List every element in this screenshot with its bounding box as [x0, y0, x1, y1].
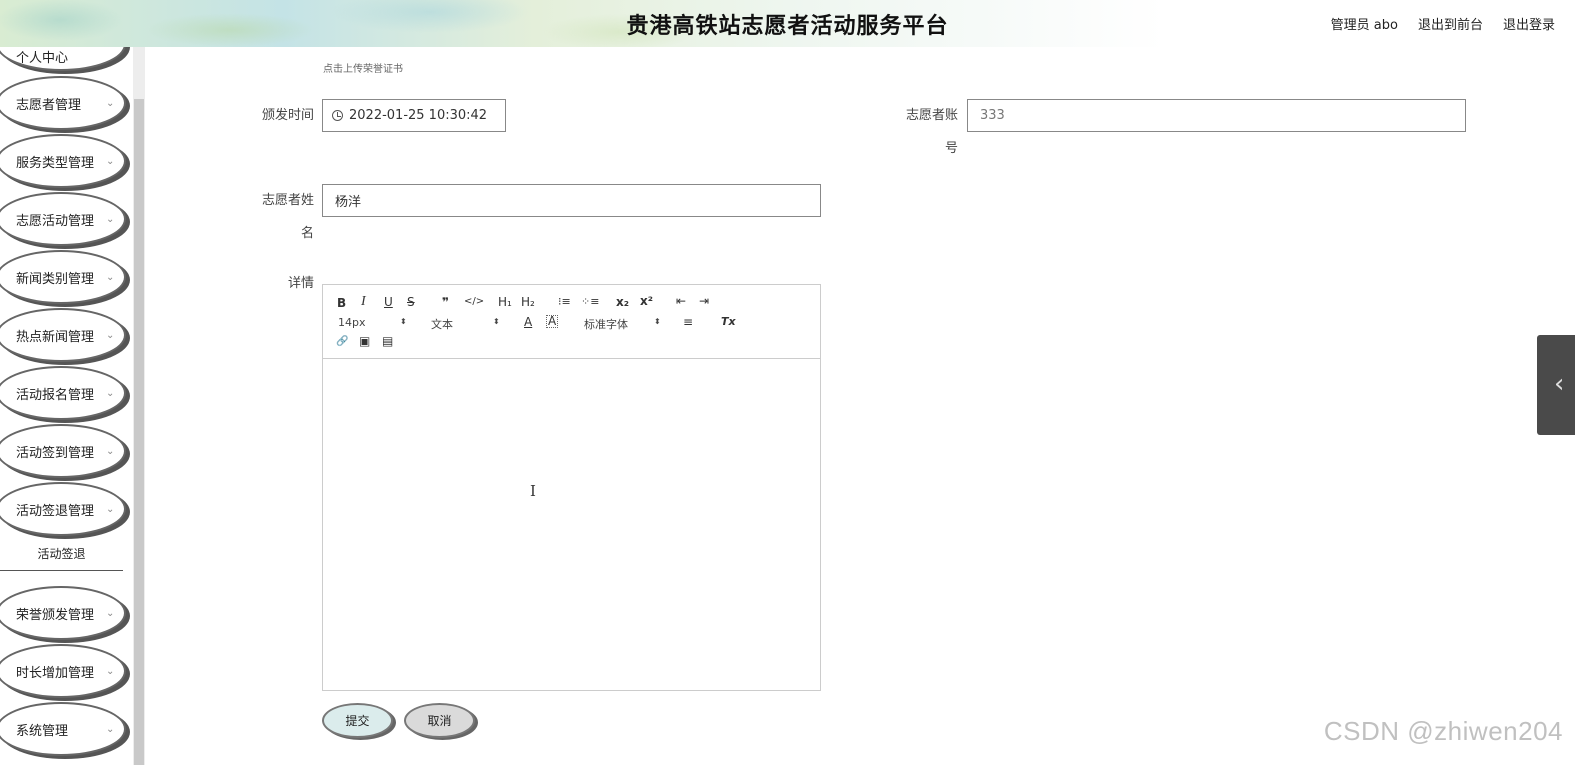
heading2-icon[interactable]: H₂ [521, 295, 535, 309]
chevron-down-icon: ⌄ [106, 445, 115, 457]
issue-time-picker[interactable]: 2022-01-25 10:30:42 [322, 99, 506, 132]
ordered-list-icon[interactable]: ⁝≡ [558, 295, 571, 309]
align-icon[interactable]: ≡ [683, 315, 693, 329]
sidebar-item-hours[interactable]: 时长增加管理 ⌄ [0, 644, 126, 698]
sidebar: 个人中心 志愿者管理 ⌄ 服务类型管理 ⌄ 志愿活动管理 ⌄ 新闻类别管理 ⌄ … [0, 47, 133, 765]
sidebar-item-sign-in[interactable]: 活动签到管理 ⌄ [0, 424, 126, 478]
chevron-down-icon: ⌄ [106, 387, 115, 399]
watermark: CSDN @zhiwen204 [1323, 716, 1563, 746]
link-icon[interactable]: 🔗 [336, 335, 348, 349]
chevron-down-icon: ⌄ [106, 155, 115, 167]
sidebar-item-label: 荣誉颁发管理 [16, 607, 95, 623]
font-family-value: 标准字体 [584, 318, 628, 331]
subscript-icon[interactable]: x₂ [616, 295, 629, 309]
italic-icon[interactable]: I [361, 295, 366, 309]
cancel-button[interactable]: 取消 [404, 703, 475, 738]
font-size-value: 14px [338, 316, 366, 329]
logout-link[interactable]: 退出登录 [1503, 14, 1555, 33]
sidebar-item-sign-out[interactable]: 活动签退管理 ⌄ [0, 482, 126, 536]
sidebar-item-label: 志愿者管理 [16, 97, 82, 113]
scrollbar-thumb[interactable] [134, 99, 144, 765]
text-cursor-icon: I [530, 482, 536, 500]
sidebar-item-volunteers[interactable]: 志愿者管理 ⌄ [0, 76, 126, 130]
chevron-down-icon: ⌄ [106, 503, 115, 515]
editor-toolbar: B I U S ❞ </> H₁ H₂ ⁝≡ ⁘≡ x₂ x² ⇤ ⇥ 14px… [323, 285, 820, 359]
top-links: 管理员 abo 退出到前台 退出登录 [1331, 14, 1555, 33]
heading1-icon[interactable]: H₁ [498, 295, 512, 309]
blockquote-icon[interactable]: ❞ [442, 295, 449, 309]
chevron-down-icon: ⌄ [106, 271, 115, 283]
submit-button[interactable]: 提交 [322, 703, 393, 738]
code-block-icon[interactable]: </> [464, 295, 484, 309]
top-header: 贵港高铁站志愿者活动服务平台 管理员 abo 退出到前台 退出登录 [0, 0, 1575, 47]
clock-icon [332, 110, 343, 121]
chevron-down-icon: ⌄ [106, 97, 115, 109]
clear-format-icon[interactable]: Tx [721, 315, 736, 329]
paragraph-select[interactable]: 文本 ⬍ [431, 316, 501, 332]
side-panel-toggle[interactable]: ‹ [1537, 335, 1575, 435]
video-icon[interactable]: ▤ [382, 334, 393, 348]
sidebar-item-hot-news[interactable]: 热点新闻管理 ⌄ [0, 308, 126, 362]
issue-time-value: 2022-01-25 10:30:42 [349, 108, 488, 123]
volunteer-account-label: 志愿者账号 [905, 108, 958, 156]
sidebar-item-news-categories[interactable]: 新闻类别管理 ⌄ [0, 250, 126, 304]
chevron-down-icon: ⌄ [106, 665, 115, 677]
chevron-down-icon: ⌄ [106, 329, 115, 341]
bold-icon[interactable]: B [337, 296, 346, 310]
sidebar-item-registrations[interactable]: 活动报名管理 ⌄ [0, 366, 126, 420]
sidebar-item-service-types[interactable]: 服务类型管理 ⌄ [0, 134, 126, 188]
sidebar-item-activities[interactable]: 志愿活动管理 ⌄ [0, 192, 126, 246]
sidebar-item-system[interactable]: 系统管理 ⌄ [0, 702, 126, 756]
sidebar-item-label: 系统管理 [16, 723, 69, 739]
details-label: 详情 [287, 276, 314, 291]
chevron-down-icon: ⌄ [106, 213, 115, 225]
issue-time-label: 颁发时间 [261, 108, 314, 123]
image-icon[interactable]: ▣ [359, 334, 370, 348]
sidebar-item-label: 个人中心 [16, 51, 69, 66]
current-user-label[interactable]: 管理员 abo [1331, 14, 1398, 33]
sidebar-scrollbar[interactable] [133, 47, 145, 765]
strikethrough-icon[interactable]: S [407, 295, 415, 309]
chevron-down-icon: ⌄ [106, 723, 115, 735]
sidebar-item-label: 志愿活动管理 [16, 213, 95, 229]
sidebar-item-label: 活动签退管理 [16, 503, 95, 519]
select-arrow-icon: ⬍ [654, 317, 661, 326]
sidebar-item-label: 服务类型管理 [16, 155, 95, 171]
sidebar-item-label: 新闻类别管理 [16, 271, 95, 287]
select-arrow-icon: ⬍ [400, 317, 407, 326]
outdent-icon[interactable]: ⇤ [676, 294, 686, 308]
volunteer-name-label: 志愿者姓名 [261, 193, 314, 241]
volunteer-name-input[interactable] [322, 184, 821, 217]
rich-text-editor: B I U S ❞ </> H₁ H₂ ⁝≡ ⁘≡ x₂ x² ⇤ ⇥ 14px… [322, 284, 821, 691]
indent-icon[interactable]: ⇥ [699, 294, 709, 308]
front-page-link[interactable]: 退出到前台 [1418, 14, 1483, 33]
paragraph-value: 文本 [431, 318, 453, 331]
font-color-icon[interactable]: A [524, 315, 532, 329]
bullet-list-icon[interactable]: ⁘≡ [581, 295, 599, 309]
select-arrow-icon: ⬍ [493, 317, 500, 326]
chevron-down-icon: ⌄ [106, 607, 115, 619]
volunteer-account-input[interactable] [967, 99, 1466, 132]
font-family-select[interactable]: 标准字体 ⬍ [584, 316, 664, 332]
sidebar-item-honors[interactable]: 荣誉颁发管理 ⌄ [0, 586, 126, 640]
chevron-left-icon: ‹ [1554, 369, 1565, 399]
superscript-icon[interactable]: x² [640, 294, 653, 308]
editor-content-area[interactable]: I [323, 359, 820, 690]
background-color-icon[interactable]: A [546, 315, 559, 328]
font-size-select[interactable]: 14px ⬍ [338, 316, 408, 329]
sidebar-item-label: 热点新闻管理 [16, 329, 95, 345]
underline-icon[interactable]: U [384, 295, 393, 309]
sidebar-item-label: 活动报名管理 [16, 387, 95, 403]
sidebar-item-label: 活动签到管理 [16, 445, 95, 461]
sidebar-item-label: 时长增加管理 [16, 665, 95, 681]
submenu-item-sign-out[interactable]: 活动签退 [0, 544, 123, 571]
upload-hint[interactable]: 点击上传荣誉证书 [323, 60, 403, 75]
sidebar-item-personal-center[interactable]: 个人中心 [0, 47, 126, 71]
